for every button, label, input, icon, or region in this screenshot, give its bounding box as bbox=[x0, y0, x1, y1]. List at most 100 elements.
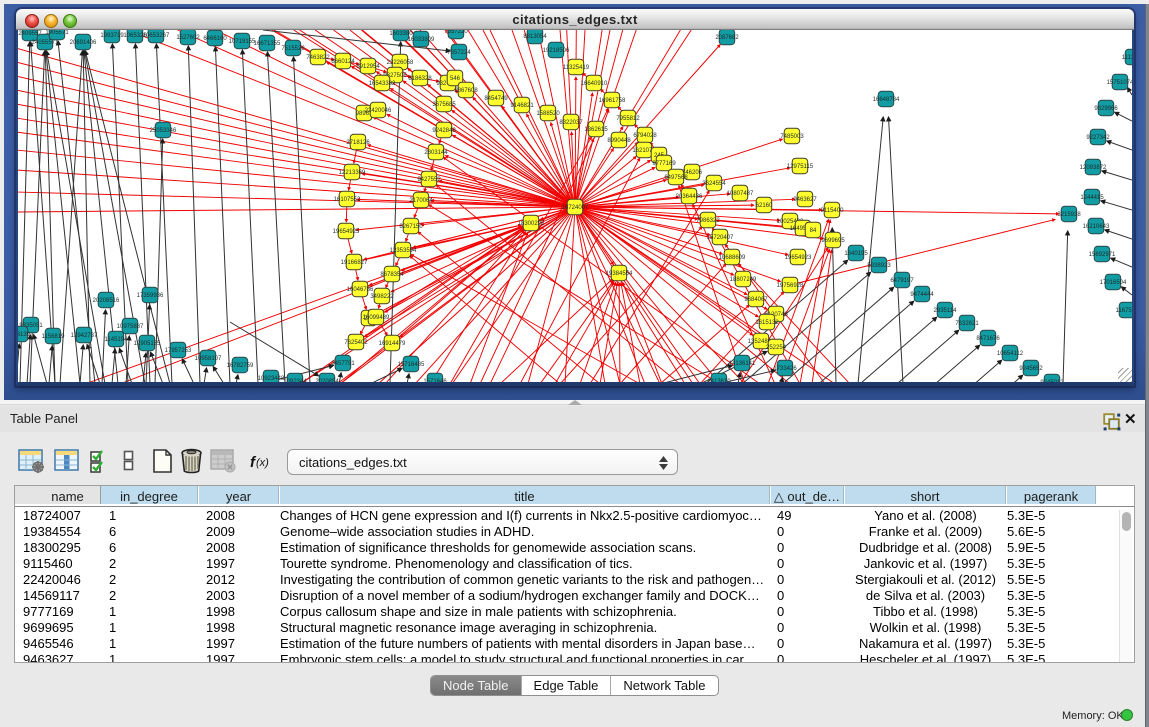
svg-text:9115400: 9115400 bbox=[821, 208, 845, 214]
svg-text:3215938: 3215938 bbox=[1057, 212, 1081, 218]
svg-text:6466160: 6466160 bbox=[203, 36, 227, 42]
svg-text:10653267: 10653267 bbox=[143, 33, 170, 39]
svg-text:16671355: 16671355 bbox=[254, 41, 281, 47]
svg-text:9684067: 9684067 bbox=[744, 297, 768, 303]
svg-text:12213369: 12213369 bbox=[339, 170, 366, 176]
svg-text:6794028: 6794028 bbox=[633, 133, 657, 139]
svg-text:2020854: 2020854 bbox=[315, 379, 339, 382]
svg-text:15751074: 15751074 bbox=[1107, 80, 1132, 86]
svg-text:252254: 252254 bbox=[766, 345, 787, 351]
svg-text:1413610: 1413610 bbox=[707, 379, 731, 382]
svg-text:1905571: 1905571 bbox=[45, 30, 69, 36]
svg-text:8322037: 8322037 bbox=[559, 120, 583, 126]
svg-text:546: 546 bbox=[450, 76, 461, 82]
svg-text:17957253: 17957253 bbox=[165, 348, 192, 354]
svg-text:3675685: 3675685 bbox=[432, 102, 456, 108]
svg-text:16543382: 16543382 bbox=[369, 81, 396, 87]
svg-text:22420046: 22420046 bbox=[365, 108, 392, 114]
svg-text:2935114: 2935114 bbox=[934, 308, 958, 314]
svg-text:16033809: 16033809 bbox=[408, 37, 435, 43]
svg-text:1571646: 1571646 bbox=[423, 379, 447, 382]
svg-text:1640195: 1640195 bbox=[844, 251, 868, 257]
svg-text:2718126: 2718126 bbox=[346, 140, 370, 146]
svg-text:1615132: 1615132 bbox=[755, 320, 779, 326]
svg-text:9457791: 9457791 bbox=[331, 361, 355, 367]
svg-text:18807249: 18807249 bbox=[730, 277, 757, 283]
svg-text:16782759: 16782759 bbox=[227, 363, 254, 369]
svg-text:9474444: 9474444 bbox=[910, 292, 934, 298]
svg-text:20364436: 20364436 bbox=[676, 194, 703, 200]
svg-text:8990448: 8990448 bbox=[607, 138, 631, 144]
svg-text:9242848: 9242848 bbox=[432, 128, 456, 134]
svg-text:17359936: 17359936 bbox=[137, 293, 164, 299]
svg-text:10975887: 10975887 bbox=[117, 324, 144, 330]
svg-text:7357220: 7357220 bbox=[444, 30, 468, 35]
svg-text:1145194: 1145194 bbox=[105, 337, 129, 343]
svg-text:19218506: 19218506 bbox=[543, 48, 570, 54]
svg-text:19166827: 19166827 bbox=[341, 260, 368, 266]
svg-text:7485003: 7485003 bbox=[780, 134, 804, 140]
svg-text:12353594: 12353594 bbox=[390, 248, 417, 254]
svg-text:18300295: 18300295 bbox=[518, 221, 545, 227]
svg-text:8454749: 8454749 bbox=[484, 96, 508, 102]
svg-text:1156819: 1156819 bbox=[42, 334, 66, 340]
svg-text:10958107: 10958107 bbox=[195, 356, 222, 362]
svg-text:19756928: 19756928 bbox=[777, 283, 804, 289]
svg-text:16640910: 16640910 bbox=[581, 81, 608, 87]
svg-text:(x): (x) bbox=[256, 457, 269, 469]
svg-text:15720407: 15720407 bbox=[707, 235, 734, 241]
svg-text:9699695: 9699695 bbox=[821, 238, 845, 244]
svg-text:8186328: 8186328 bbox=[408, 76, 432, 82]
svg-text:12942737: 12942737 bbox=[71, 333, 98, 339]
svg-text:9427552: 9427552 bbox=[417, 177, 441, 183]
svg-text:12093872: 12093872 bbox=[1080, 165, 1107, 171]
svg-text:20208516: 20208516 bbox=[93, 298, 120, 304]
svg-text:1993719: 1993719 bbox=[100, 33, 124, 39]
svg-text:7463822: 7463822 bbox=[306, 55, 330, 61]
svg-text:7625402: 7625402 bbox=[344, 340, 368, 346]
svg-text:1362615: 1362615 bbox=[584, 127, 608, 133]
svg-text:1527602: 1527602 bbox=[176, 35, 200, 41]
svg-text:19384554: 19384554 bbox=[606, 271, 633, 277]
svg-text:12905135: 12905135 bbox=[134, 341, 161, 347]
svg-text:8678354: 8678354 bbox=[380, 272, 404, 278]
svg-text:10719155: 10719155 bbox=[229, 39, 256, 45]
svg-text:6497568: 6497568 bbox=[664, 175, 688, 181]
svg-text:16914479: 16914479 bbox=[379, 341, 406, 347]
svg-text:24055571: 24055571 bbox=[32, 40, 59, 46]
svg-text:16107552: 16107552 bbox=[334, 197, 361, 203]
svg-text:8267150: 8267150 bbox=[399, 224, 423, 230]
svg-text:16648784: 16648784 bbox=[873, 97, 900, 103]
svg-text:1112470: 1112470 bbox=[1122, 55, 1132, 61]
svg-text:25053346: 25053346 bbox=[150, 128, 177, 134]
svg-text:19654925: 19654925 bbox=[333, 229, 360, 235]
svg-text:9777169: 9777169 bbox=[652, 161, 676, 167]
svg-text:16210643: 16210643 bbox=[1083, 224, 1110, 230]
svg-text:8660124: 8660124 bbox=[331, 59, 355, 65]
svg-text:1167531: 1167531 bbox=[1116, 308, 1132, 314]
svg-text:7986322: 7986322 bbox=[696, 218, 720, 224]
svg-text:7632621: 7632621 bbox=[955, 321, 979, 327]
svg-text:6479197: 6479197 bbox=[890, 278, 914, 284]
svg-text:18724007: 18724007 bbox=[562, 205, 589, 211]
svg-text:2867608: 2867608 bbox=[454, 88, 478, 94]
svg-text:1092344: 1092344 bbox=[283, 379, 307, 382]
svg-text:17016504: 17016504 bbox=[1100, 280, 1127, 286]
svg-text:933139: 933139 bbox=[18, 332, 31, 338]
svg-text:16961758: 16961758 bbox=[599, 98, 626, 104]
svg-text:16046786: 16046786 bbox=[347, 287, 374, 293]
svg-text:62160: 62160 bbox=[756, 203, 773, 209]
svg-text:9245012: 9245012 bbox=[1040, 380, 1064, 382]
svg-text:3624554: 3624554 bbox=[702, 181, 726, 187]
svg-text:15716485: 15716485 bbox=[398, 362, 425, 368]
svg-text:5938923: 5938923 bbox=[867, 263, 891, 269]
svg-text:16099489: 16099489 bbox=[363, 315, 390, 321]
svg-text:1733426: 1733426 bbox=[773, 366, 797, 372]
svg-text:14136141: 14136141 bbox=[729, 361, 756, 367]
svg-text:9227342: 9227342 bbox=[1086, 135, 1110, 141]
svg-text:84: 84 bbox=[810, 228, 817, 234]
svg-text:8912954: 8912954 bbox=[356, 64, 380, 70]
svg-text:2803144: 2803144 bbox=[424, 150, 448, 156]
svg-text:1588520: 1588520 bbox=[536, 111, 560, 117]
svg-text:8471676: 8471676 bbox=[976, 336, 1000, 342]
